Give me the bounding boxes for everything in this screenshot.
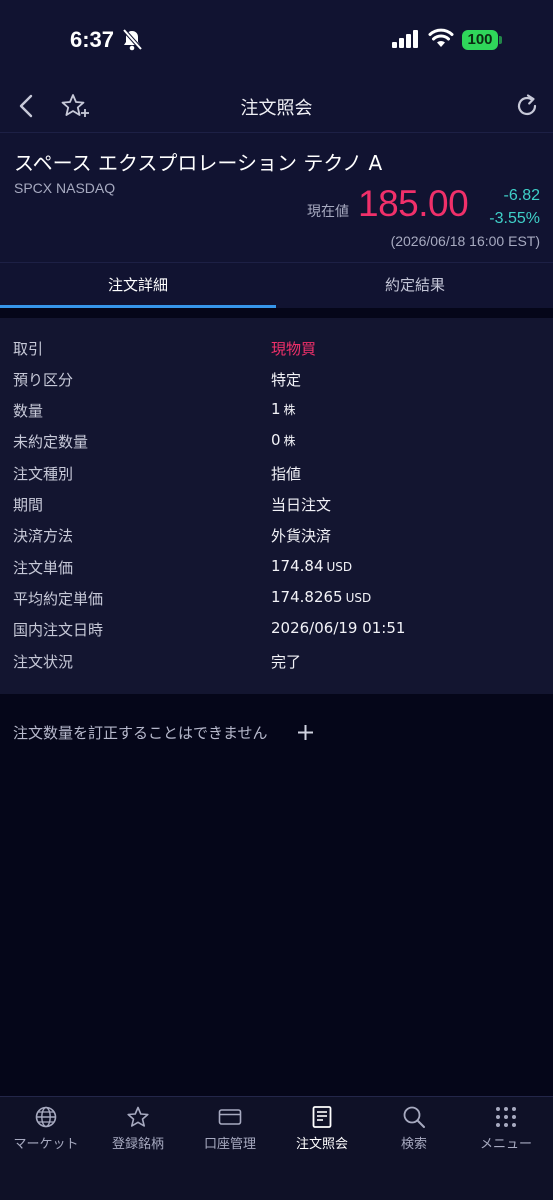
bell-off-icon — [122, 29, 142, 51]
detail-label: 預り区分 — [13, 371, 74, 389]
detail-value: 指値 — [271, 463, 301, 484]
battery-indicator: 100 — [462, 30, 498, 50]
detail-value: 現物買 — [271, 338, 316, 359]
stock-name: スペース エクスプロレーション テクノ A — [14, 151, 383, 175]
value-text: 2026/06/19 01:51 — [271, 619, 406, 637]
status-time: 6:37 — [70, 27, 115, 52]
detail-value: 1株 — [271, 400, 296, 418]
battery-tip — [499, 36, 502, 44]
detail-label: 国内注文日時 — [13, 621, 104, 639]
detail-label: 注文種別 — [13, 465, 74, 483]
bottom-tab-watchlist[interactable]: 登録銘柄 — [92, 1097, 184, 1167]
value-unit: 株 — [283, 434, 296, 448]
value-unit: USD — [345, 591, 372, 605]
detail-row-order-datetime: 国内注文日時 2026/06/19 01:51 — [0, 615, 553, 646]
bottom-tab-label: マーケット — [13, 1137, 79, 1152]
detail-label: 未約定数量 — [13, 433, 89, 451]
detail-row-unfilled-quantity: 未約定数量 0株 — [0, 427, 553, 458]
value-text: 174.84 — [271, 557, 324, 575]
detail-label: 取引 — [13, 340, 44, 358]
current-price: 185.00 — [358, 183, 469, 224]
value-unit: USD — [326, 560, 353, 574]
detail-label: 数量 — [13, 402, 44, 420]
detail-row-period: 期間 当日注文 — [0, 490, 553, 521]
page-title: 注文照会 — [240, 98, 313, 119]
document-icon — [312, 1106, 332, 1128]
detail-value: 完了 — [271, 651, 301, 672]
value-text: 特定 — [271, 371, 302, 389]
stock-ticker: SPCX NASDAQ — [14, 180, 116, 196]
value-text: 174.8265 — [271, 588, 343, 606]
active-tab-indicator — [0, 305, 276, 308]
detail-label: 注文状況 — [13, 653, 74, 671]
value-text: 指値 — [271, 465, 302, 483]
bottom-tab-label: メニュー — [479, 1137, 532, 1152]
value-text: 現物買 — [271, 340, 317, 358]
bottom-tab-label: 注文照会 — [295, 1137, 348, 1152]
bottom-tab-menu[interactable]: メニュー — [460, 1097, 552, 1167]
price-change: -6.82 — [503, 187, 540, 204]
detail-row-transaction: 取引 現物買 — [0, 334, 553, 365]
price-change-percent: -3.55% — [489, 210, 540, 227]
plus-icon[interactable] — [297, 724, 314, 741]
bottom-tab-label: 口座管理 — [203, 1137, 256, 1152]
detail-label: 期間 — [13, 496, 44, 514]
detail-value: 174.8265 USD — [271, 588, 371, 606]
detail-row-order-type: 注文種別 指値 — [0, 459, 553, 490]
globe-icon — [35, 1106, 57, 1128]
detail-row-order-price: 注文単価 174.84 USD — [0, 553, 553, 584]
detail-row-average-price: 平均約定単価 174.8265 USD — [0, 584, 553, 615]
value-text: 外貨決済 — [271, 527, 332, 545]
bottom-tab-bar: マーケット 登録銘柄 口座管理 注文照会 検索 メニュー — [0, 1096, 553, 1200]
detail-value: 特定 — [271, 369, 301, 390]
value-text: 当日注文 — [271, 496, 332, 514]
order-inquiry-screen: 6:37 100 注文照会 スペース エクスプロレーション テクノ A SPCX… — [0, 0, 553, 1200]
detail-row-settlement: 決済方法 外貨決済 — [0, 521, 553, 552]
grid-icon — [496, 1107, 516, 1127]
status-bar: 6:37 100 — [0, 0, 553, 80]
bottom-tab-label: 登録銘柄 — [111, 1137, 164, 1152]
wifi-icon — [428, 28, 454, 47]
signal-icon — [392, 30, 418, 48]
bottom-tab-market[interactable]: マーケット — [0, 1097, 92, 1167]
detail-value: 0株 — [271, 431, 296, 449]
value-unit: 株 — [283, 403, 296, 417]
detail-row-order-status: 注文状況 完了 — [0, 647, 553, 678]
refresh-icon[interactable] — [513, 92, 541, 120]
detail-row-quantity: 数量 1株 — [0, 396, 553, 427]
value-text: 1 — [271, 400, 281, 418]
nav-bar: 注文照会 — [0, 80, 553, 132]
card-icon — [218, 1109, 242, 1125]
order-detail-panel: 取引 現物買 預り区分 特定 数量 1株 未約定数量 0株 注文種別 指値 期間… — [0, 318, 553, 694]
detail-value: 174.84 USD — [271, 557, 352, 575]
tab-order-details[interactable]: 注文詳細 — [0, 263, 276, 309]
bottom-tab-search[interactable]: 検索 — [368, 1097, 460, 1167]
stock-header: スペース エクスプロレーション テクノ A SPCX NASDAQ 現在値 18… — [0, 132, 553, 262]
detail-label: 注文単価 — [13, 559, 74, 577]
detail-tabs: 注文詳細 約定結果 — [0, 262, 553, 308]
detail-row-custody: 預り区分 特定 — [0, 365, 553, 396]
bottom-tab-label: 検索 — [400, 1137, 427, 1152]
bottom-tab-account[interactable]: 口座管理 — [184, 1097, 276, 1167]
price-timestamp: (2026/06/18 16:00 EST) — [390, 233, 540, 249]
detail-label: 平均約定単価 — [13, 590, 104, 608]
detail-value: 外貨決済 — [271, 525, 331, 546]
detail-label: 決済方法 — [13, 527, 74, 545]
value-text: 完了 — [271, 653, 302, 671]
current-price-label: 現在値 — [307, 204, 349, 220]
detail-value: 当日注文 — [271, 494, 331, 515]
correction-note[interactable]: 注文数量を訂正することはできません — [13, 722, 268, 743]
star-icon — [127, 1106, 149, 1127]
tab-execution-results[interactable]: 約定結果 — [277, 263, 553, 309]
value-text: 0 — [271, 431, 281, 449]
detail-value: 2026/06/19 01:51 — [271, 619, 405, 637]
bottom-tab-order-inquiry[interactable]: 注文照会 — [276, 1097, 368, 1167]
search-icon — [403, 1106, 425, 1128]
